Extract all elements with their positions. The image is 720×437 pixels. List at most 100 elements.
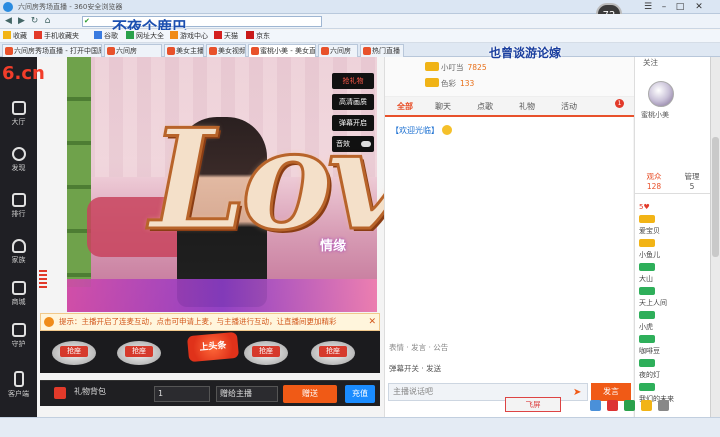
mail-icon[interactable] [590,400,601,411]
video-bottom-glow [67,279,377,312]
settings-icon[interactable] [657,400,669,411]
tab-gifts[interactable]: 礼物 [509,97,545,117]
chat-message: 【欢迎光临】 [391,125,452,136]
tab-favicon [251,47,259,55]
list-item[interactable]: 爱宝贝 [639,215,711,236]
grab-gift-button[interactable]: 抢礼物 [332,73,374,89]
level-badge-icon [639,383,655,391]
fav-item[interactable]: 网址大全 [126,31,164,42]
list-item[interactable]: 小鱼儿 [639,239,711,260]
fly-screen-button[interactable]: 飞屏 [505,397,561,412]
scrollbar-thumb[interactable] [712,137,719,257]
sound-toggle[interactable]: 音效 [332,136,374,152]
gift-box-icon [54,387,66,399]
phone-icon [13,371,24,387]
nav-bar: ◀ ▶ ↻ ⌂ ✔ [0,14,720,29]
fav-item[interactable]: 天猫 [214,31,238,42]
browser-tab[interactable]: 热门直播 [360,44,404,57]
recharge-button[interactable]: 充值 [345,385,375,403]
browser-tab[interactable]: 六间房秀场直播 - 打开中国原创... [2,44,102,57]
gift-recipient-select[interactable]: 赠给主播 [216,386,278,402]
rank-row: 色彩 133 [425,77,474,91]
security-shield-icon: ✔ [84,17,90,25]
level-badge-icon [639,359,655,367]
minimize-icon[interactable]: – [656,0,672,14]
fav-item[interactable]: 京东 [246,31,270,42]
level-badge-icon [425,62,439,71]
chat-panel: 小叮当 7825 色彩 133 全部 聊天 点歌 礼物 活动 1 【欢迎光临】 表情… [384,57,634,417]
paper-plane-icon[interactable]: ➤ [573,387,581,398]
fav-item[interactable]: 游戏中心 [170,31,208,42]
sidebar-item-hall[interactable]: 大厅 [0,99,37,141]
vip-badge-icon [639,215,655,223]
tab-audience[interactable]: 观众 128 [635,172,673,192]
follow-label[interactable]: 关注 [643,57,658,68]
fav-item[interactable]: 手机收藏夹 [34,31,79,42]
seat-slot[interactable]: 抢座 [52,341,96,365]
browser-tab[interactable]: 美女视频 [206,44,246,57]
browser-tab[interactable]: 六间房 [104,44,162,57]
seat-slot[interactable]: 抢座 [117,341,161,365]
close-notice-icon[interactable]: ✕ [368,314,376,330]
security-icon[interactable] [606,400,618,411]
notice-banner: 提示：主播开启了连麦互动，点击可申请上麦，与主播进行互动，让直播间更加精彩 ✕ [40,313,380,331]
forward-icon[interactable]: ▶ [16,16,27,27]
site-logo[interactable]: 6.cn [2,63,45,84]
seat-slot[interactable]: 抢座 [311,341,355,365]
tab-all[interactable]: 全部 [387,97,423,117]
tab-admins[interactable]: 管理 5 [673,172,711,192]
tab-songs[interactable]: 点歌 [467,97,503,117]
volume-meter[interactable] [37,268,49,308]
site-icon [94,31,102,39]
list-item[interactable]: 天上人间 [639,287,711,308]
tab-favicon [107,47,115,55]
list-item[interactable]: 咖啡豆 [639,335,711,356]
list-item[interactable]: 小虎 [639,311,711,332]
headline-badge[interactable]: 上头条 [186,331,240,363]
refresh-icon[interactable]: ↻ [29,16,40,27]
chat-toolbar[interactable]: 表情 · 发言 · 公告 [389,342,629,356]
gift-backpack-button[interactable]: 礼物背包 [74,386,106,397]
tab-chat[interactable]: 聊天 [425,97,461,117]
danmaku-button[interactable]: 弹幕开启 [332,115,374,131]
sidebar-item-family[interactable]: 家族 [0,237,37,279]
download-icon[interactable] [640,400,652,411]
browser-tab[interactable]: 美女主播 [164,44,204,57]
gift-quantity-select[interactable]: 1 [154,386,210,402]
fav-item[interactable]: 收藏 [3,31,27,42]
compass-icon [11,147,26,161]
menu-icon[interactable]: ☰ [640,0,656,14]
sidebar-item-shop[interactable]: 商城 [0,279,37,321]
chat-send-button[interactable]: 发言 [591,383,631,401]
level-badge-icon [639,263,655,271]
back-icon[interactable]: ◀ [3,16,14,27]
sidebar-item-discover[interactable]: 发现 [0,145,37,187]
tab-favicon [5,47,13,55]
close-icon[interactable]: ✕ [688,0,710,14]
list-item[interactable]: 大山 [639,263,711,284]
browser-tab-active[interactable]: 蜜桃小美 - 美女直播间 [248,44,316,57]
video-player[interactable]: 抢礼物 高清画质 弹幕开启 音效 情缘 [67,57,377,312]
send-gift-button[interactable]: 赠送 [283,385,337,403]
check-icon[interactable] [623,400,635,411]
chat-options[interactable]: 弹幕开关 · 发送 [389,363,629,377]
tab-favicon [167,47,175,55]
gift-bar: 礼物背包 1 赠给主播 赠送 充值 [40,380,380,406]
browser-logo-icon [3,2,13,12]
tab-events[interactable]: 活动 [551,97,587,117]
sidebar-item-guard[interactable]: 守护 [0,321,37,363]
fav-item[interactable]: 谷歌 [94,31,118,42]
star-icon [3,31,11,39]
status-icons [590,400,710,416]
browser-tab[interactable]: 六间房 [318,44,358,57]
seat-slot[interactable]: 抢座 [244,341,288,365]
sidebar-item-rank[interactable]: 排行 [0,191,37,233]
maximize-icon[interactable]: □ [672,0,688,14]
tab-bar: 六间房秀场直播 - 打开中国原创... 六间房 美女主播 美女视频 蜜桃小美 -… [0,43,720,57]
sidebar-item-client[interactable]: 客户端 [0,369,37,411]
list-item[interactable]: 夜的灯 [639,359,711,380]
hd-quality-button[interactable]: 高清画质 [332,94,374,110]
page-scrollbar[interactable] [710,57,720,417]
avatar[interactable] [648,81,674,107]
home-icon[interactable]: ⌂ [42,16,53,27]
